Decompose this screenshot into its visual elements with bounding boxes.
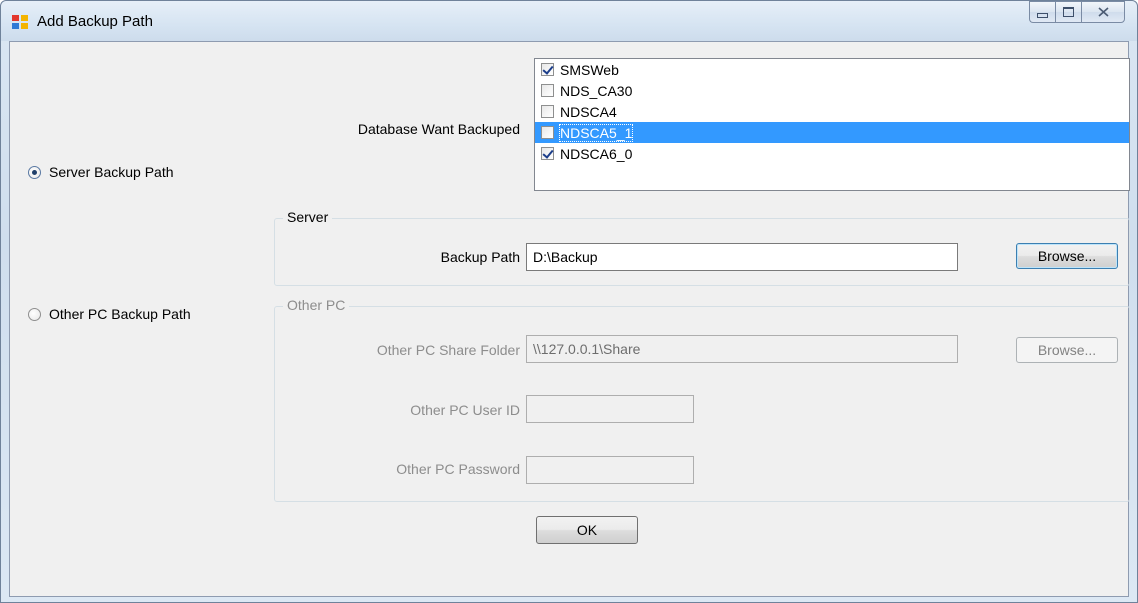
database-list-item[interactable]: NDS_CA30 [535,80,1129,101]
database-checkbox[interactable] [541,84,554,97]
database-list-item[interactable]: NDSCA6_0 [535,143,1129,164]
close-icon [1097,7,1109,17]
minimize-icon [1037,12,1048,18]
other-radio-circle [28,307,41,321]
backup-path-label: Backup Path [440,249,520,265]
database-list-item[interactable]: NDSCA4 [535,101,1129,122]
server-browse-button[interactable]: Browse... [1016,243,1118,269]
close-button[interactable] [1081,1,1125,23]
database-item-label: SMSWeb [560,61,619,78]
server-group-legend: Server [283,209,333,225]
database-checkbox[interactable] [541,147,554,160]
dialog-window: Add Backup Path Database Want Backuped S… [0,0,1138,603]
share-folder-label: Other PC Share Folder [376,342,520,358]
share-folder-value: \\127.0.0.1\Share [533,341,641,357]
caption-buttons [1029,1,1125,23]
dialog-client: Database Want Backuped SMSWeb NDS_CA30 NDS… [9,41,1130,597]
password-input[interactable] [526,456,694,484]
database-item-label: NDSCA6_0 [560,145,633,162]
other-browse-button[interactable]: Browse... [1016,337,1118,363]
database-listbox[interactable]: SMSWeb NDS_CA30 NDSCA4 NDSCA5_1 NDSCA6_0 [534,58,1130,191]
password-label: Other PC Password [396,461,520,477]
minimize-button[interactable] [1029,1,1055,23]
app-icon [12,15,28,29]
user-id-input[interactable] [526,395,694,423]
database-list-item[interactable]: SMSWeb [535,59,1129,80]
database-checkbox[interactable] [541,126,554,139]
database-label: Database Want Backuped [357,121,520,137]
database-item-label: NDS_CA30 [560,82,633,99]
server-radio-label: Server Backup Path [49,164,174,180]
checkmark-icon [542,63,554,75]
other-pc-group-legend: Other PC [283,297,350,313]
database-list-item[interactable]: NDSCA5_1 [535,122,1129,143]
server-radio-circle [28,165,41,179]
server-backup-radio[interactable]: Server Backup Path [28,164,174,180]
share-folder-input[interactable]: \\127.0.0.1\Share [526,335,958,363]
backup-path-value: D:\Backup [533,249,598,265]
database-checkbox[interactable] [541,63,554,76]
window-title: Add Backup Path [37,13,153,30]
checkmark-icon [542,147,554,159]
database-item-label: NDSCA4 [560,103,617,120]
other-pc-backup-radio[interactable]: Other PC Backup Path [28,306,191,322]
other-radio-label: Other PC Backup Path [49,306,191,322]
database-checkbox[interactable] [541,105,554,118]
user-id-label: Other PC User ID [410,402,520,418]
title-bar[interactable]: Add Backup Path [1,1,1137,41]
database-item-label: NDSCA5_1 [558,123,634,142]
backup-path-input[interactable]: D:\Backup [526,243,958,271]
ok-button[interactable]: OK [536,516,638,544]
restore-button[interactable] [1055,1,1081,23]
restore-icon [1063,7,1074,17]
